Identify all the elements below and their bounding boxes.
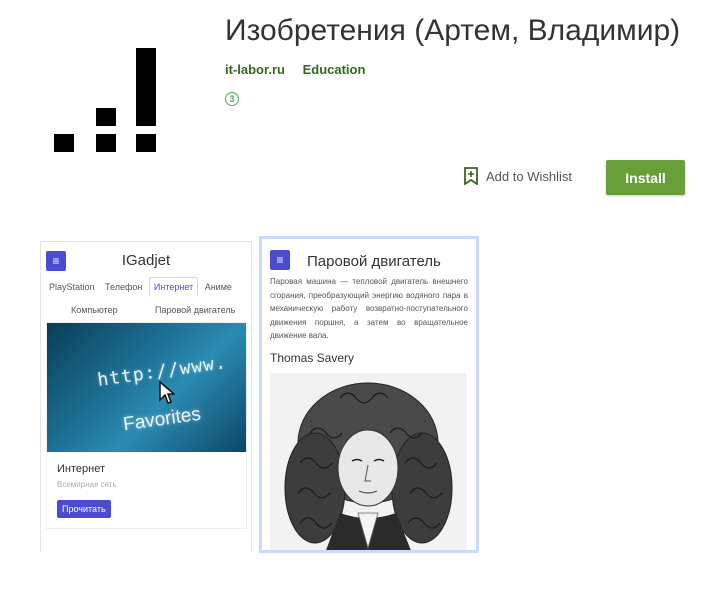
bookmark-add-icon [464, 167, 478, 185]
card-subtitle: Всемирная сеть [57, 480, 117, 489]
app-meta: it-labor.ru Education [225, 62, 379, 77]
wishlist-label: Add to Wishlist [486, 168, 572, 184]
install-button[interactable]: Install [606, 160, 685, 195]
article-card: http://www. Favorites Интернет Всемирная… [46, 322, 247, 529]
screen-title: Паровой двигатель [307, 253, 441, 270]
add-to-wishlist-button[interactable]: Add to Wishlist [464, 167, 572, 185]
cursor-icon [159, 381, 175, 404]
image-favorites-text: Favorites [121, 403, 203, 436]
screenshot-2[interactable]: ≡ Паровой двигатель Паровая машина — теп… [259, 236, 479, 553]
person-name: Thomas Savery [270, 351, 355, 365]
screenshot-1[interactable]: ≡ IGadjet PlayStation Телефон Интернет А… [40, 241, 252, 552]
developer-link[interactable]: it-labor.ru [225, 62, 285, 77]
tab-phone[interactable]: Телефон [101, 278, 146, 296]
article-text: Паровая машина — тепловой двигатель внеш… [270, 277, 468, 340]
app-title: Изобретения (Артем, Владимир) [225, 14, 681, 47]
tab-playstation[interactable]: PlayStation [45, 278, 99, 296]
screen-title: IGadjet [121, 252, 171, 269]
tab-internet[interactable]: Интернет [148, 277, 199, 296]
category-tabs: PlayStation Телефон Интернет Аниме [45, 277, 236, 296]
portrait-image [270, 373, 467, 550]
category-link[interactable]: Education [303, 62, 366, 77]
content-rating-badge: 3 [225, 92, 239, 106]
tab-computer[interactable]: Компьютер [71, 305, 118, 315]
card-title: Интернет [57, 463, 105, 475]
menu-icon[interactable]: ≡ [270, 250, 290, 270]
read-button[interactable]: Прочитать [57, 500, 111, 518]
app-icon [54, 48, 156, 154]
card-image: http://www. Favorites [47, 323, 246, 452]
tab-steam-engine[interactable]: Паровой двигатель [155, 305, 235, 315]
tab-anime[interactable]: Аниме [201, 278, 236, 296]
